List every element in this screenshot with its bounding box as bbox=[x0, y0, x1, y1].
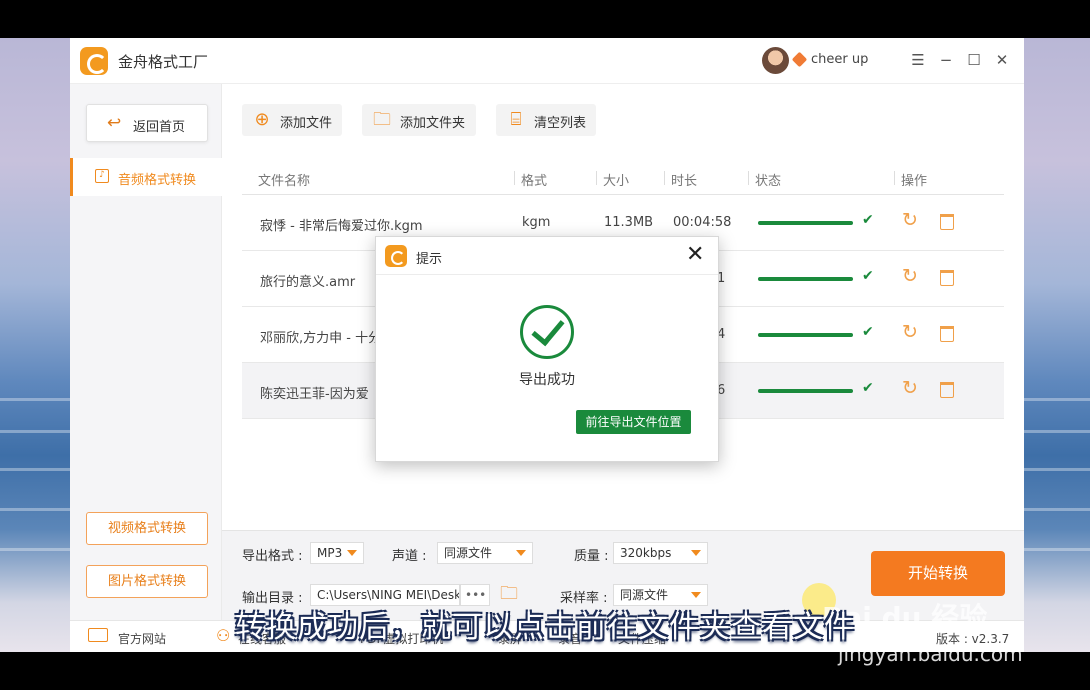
channel-value: 同源文件 bbox=[444, 546, 493, 560]
sidebar-item-audio-convert[interactable]: ♪ 音频格式转换 bbox=[70, 158, 222, 196]
music-note-icon: ♪ bbox=[95, 169, 109, 183]
sidebar: ↩ 返回首页 ♪ 音频格式转换 视频格式转换 图片格式转换 bbox=[70, 84, 222, 652]
plus-circle-icon: ⊕ bbox=[254, 109, 270, 130]
trash-icon[interactable] bbox=[940, 270, 954, 286]
quality-label: 质量 : bbox=[574, 549, 609, 564]
close-icon[interactable]: ✕ bbox=[992, 50, 1012, 70]
back-home-label: 返回首页 bbox=[133, 120, 186, 135]
reconvert-icon[interactable]: ↻ bbox=[902, 377, 918, 399]
reconvert-icon[interactable]: ↻ bbox=[902, 209, 918, 231]
app-title: 金舟格式工厂 bbox=[118, 53, 209, 71]
dialog-close-icon[interactable]: ✕ bbox=[686, 242, 704, 267]
progress-bar bbox=[758, 221, 853, 225]
row-file-name: 陈奕迅王菲-因为爱 bbox=[260, 387, 369, 402]
row-format: kgm bbox=[522, 215, 551, 230]
header-action: 操作 bbox=[901, 174, 928, 189]
minimize-icon[interactable]: − bbox=[936, 50, 956, 70]
menu-icon[interactable]: ☰ bbox=[908, 50, 928, 70]
dialog-header: 提示 ✕ bbox=[376, 237, 718, 275]
add-file-label: 添加文件 bbox=[280, 116, 333, 131]
app-logo-icon bbox=[80, 47, 108, 75]
header-name: 文件名称 bbox=[258, 174, 311, 189]
add-file-button[interactable]: ⊕ 添加文件 bbox=[242, 104, 342, 136]
export-format-label: 导出格式 : bbox=[242, 549, 303, 564]
reconvert-icon[interactable]: ↻ bbox=[902, 321, 918, 343]
title-bar: 金舟格式工厂 cheer up ☰ − ☐ ✕ bbox=[70, 38, 1024, 84]
check-icon: ✔ bbox=[862, 324, 874, 340]
check-icon: ✔ bbox=[862, 380, 874, 396]
export-format-value: MP3 bbox=[317, 546, 343, 560]
export-format-select[interactable]: MP3 bbox=[310, 542, 364, 564]
row-duration: 00:04:58 bbox=[673, 215, 732, 230]
quality-select[interactable]: 320kbps bbox=[613, 542, 708, 564]
trash-icon[interactable] bbox=[940, 326, 954, 342]
broom-icon: ⌸ bbox=[510, 109, 522, 130]
header-size: 大小 bbox=[603, 174, 630, 189]
dialog-logo-icon bbox=[385, 245, 407, 267]
add-folder-button[interactable]: 🗀 添加文件夹 bbox=[362, 104, 476, 136]
image-convert-button[interactable]: 图片格式转换 bbox=[86, 565, 208, 598]
user-avatar[interactable] bbox=[762, 47, 789, 74]
video-frame: 金舟格式工厂 cheer up ☰ − ☐ ✕ ↩ 返回首页 ♪ 音频格式转换 … bbox=[0, 0, 1090, 690]
check-icon: ✔ bbox=[862, 212, 874, 228]
sample-rate-value: 同源文件 bbox=[620, 588, 669, 602]
header-duration: 时长 bbox=[671, 174, 698, 189]
back-home-button[interactable]: ↩ 返回首页 bbox=[86, 104, 208, 142]
row-file-name: 旅行的意义.amr bbox=[260, 275, 356, 290]
progress-bar bbox=[758, 277, 853, 281]
folder-icon: 🗀 bbox=[373, 109, 391, 130]
success-check-icon bbox=[520, 305, 574, 359]
back-arrow-icon: ↩ bbox=[107, 113, 122, 133]
maximize-icon[interactable]: ☐ bbox=[964, 50, 984, 70]
start-convert-button[interactable]: 开始转换 bbox=[871, 551, 1005, 596]
progress-bar bbox=[758, 333, 853, 337]
trash-icon[interactable] bbox=[940, 382, 954, 398]
video-convert-button[interactable]: 视频格式转换 bbox=[86, 512, 208, 545]
export-success-dialog: 提示 ✕ 导出成功 前往导出文件位置 bbox=[375, 236, 719, 462]
header-status: 状态 bbox=[755, 174, 782, 189]
quality-value: 320kbps bbox=[620, 546, 672, 560]
dialog-title: 提示 bbox=[416, 252, 443, 267]
dialog-message: 导出成功 bbox=[519, 372, 575, 388]
clear-list-button[interactable]: ⌸ 清空列表 bbox=[496, 104, 596, 136]
username[interactable]: cheer up bbox=[811, 52, 868, 67]
sidebar-item-label: 音频格式转换 bbox=[118, 173, 197, 188]
file-table-header: 文件名称 格式 大小 时长 状态 操作 bbox=[242, 162, 1004, 195]
progress-bar bbox=[758, 389, 853, 393]
header-format: 格式 bbox=[521, 174, 548, 189]
clear-list-label: 清空列表 bbox=[534, 116, 587, 131]
reconvert-icon[interactable]: ↻ bbox=[902, 265, 918, 287]
row-file-name: 寂悸 - 非常后悔爱过你.kgm bbox=[260, 219, 423, 234]
channel-select[interactable]: 同源文件 bbox=[437, 542, 533, 564]
check-icon: ✔ bbox=[862, 268, 874, 284]
row-file-name: 邓丽欣,方力申 - 十分 bbox=[260, 331, 382, 346]
row-size: 11.3MB bbox=[604, 215, 654, 230]
add-folder-label: 添加文件夹 bbox=[400, 116, 466, 131]
vip-diamond-icon bbox=[791, 51, 808, 68]
video-subtitle: 转换成功后，就可以点击前往文件夹查看文件 bbox=[235, 610, 855, 645]
open-export-location-button[interactable]: 前往导出文件位置 bbox=[576, 410, 691, 434]
trash-icon[interactable] bbox=[940, 214, 954, 230]
channel-label: 声道 : bbox=[392, 549, 427, 564]
